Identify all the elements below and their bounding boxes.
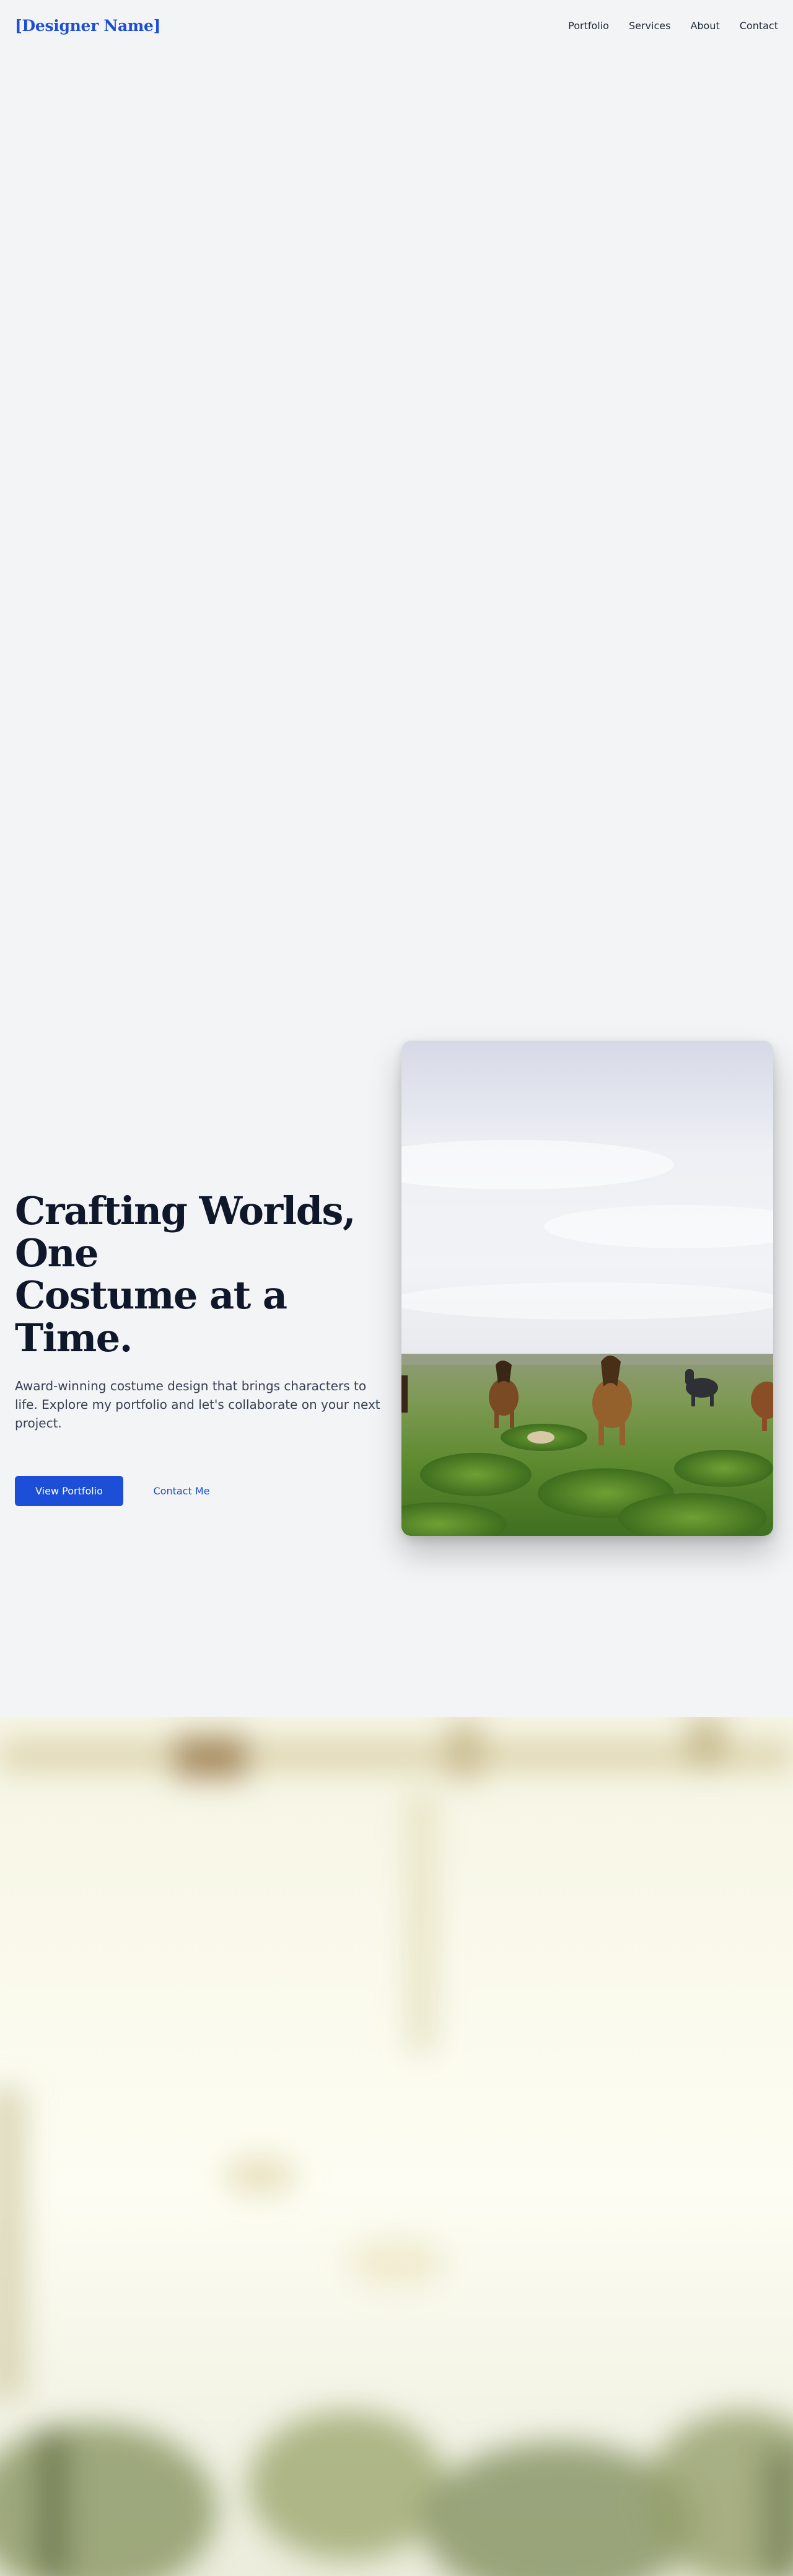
background-image-section — [0, 1717, 793, 2576]
brand-logo[interactable]: [Designer Name] — [15, 17, 160, 35]
nav-portfolio[interactable]: Portfolio — [568, 20, 609, 32]
hero-title-line-1: Crafting Worlds, One — [15, 1188, 356, 1276]
site-header: [Designer Name] Portfolio Services About… — [0, 0, 793, 51]
view-portfolio-button[interactable]: View Portfolio — [15, 1475, 123, 1506]
blurred-background-photo — [0, 1717, 793, 2576]
nav-contact[interactable]: Contact — [740, 20, 778, 32]
hero-title: Crafting Worlds, One Costume at a Time. — [15, 1188, 393, 1361]
hero-title-line-2: Costume at a Time. — [15, 1273, 287, 1361]
nav-services[interactable]: Services — [629, 20, 670, 32]
horses-field-photo — [401, 1041, 773, 1536]
hero-subtitle: Award-winning costume design that brings… — [15, 1378, 380, 1431]
hero-actions: View Portfolio Contact Me — [15, 1475, 393, 1506]
main-nav: Portfolio Services About Contact — [568, 20, 778, 32]
nav-about[interactable]: About — [690, 20, 719, 32]
hero-image — [401, 1041, 773, 1536]
hero-text: Crafting Worlds, One Costume at a Time. A… — [15, 1188, 393, 1506]
contact-me-button[interactable]: Contact Me — [144, 1476, 219, 1506]
